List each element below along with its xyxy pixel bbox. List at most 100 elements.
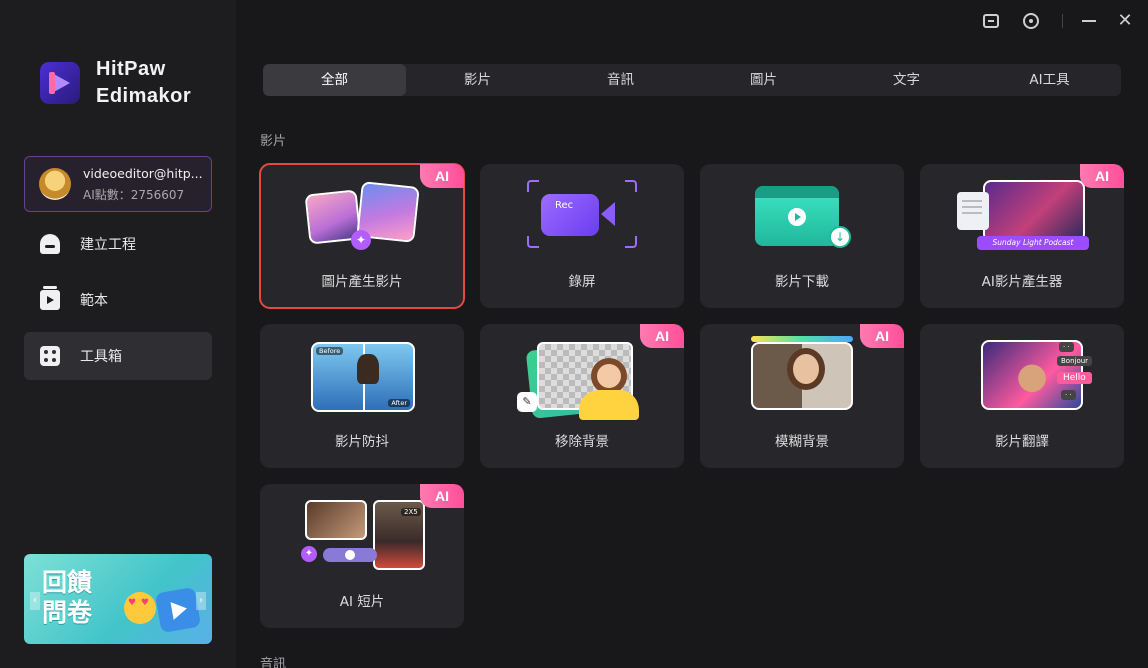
settings-icon <box>1023 13 1039 29</box>
minimize-icon <box>1082 20 1096 22</box>
portrait-face <box>793 354 819 384</box>
ai-badge: AI <box>420 164 464 188</box>
avatar <box>39 168 71 200</box>
podcast-title: Sunday Light Podcast <box>977 236 1089 250</box>
sidebar-item-label: 範本 <box>80 293 108 309</box>
tool-card-stabilize[interactable]: Before After 影片防抖 <box>260 324 464 468</box>
ai-video-generator-illustration: Sunday Light Podcast <box>957 178 1089 260</box>
sparkle-icon: ✦ <box>301 546 317 562</box>
hello-chip: Hello <box>1057 372 1092 384</box>
sidebar-item-templates[interactable]: 範本 <box>24 276 212 324</box>
sidebar: HitPaw Edimakor videoeditor@hitp... AI點數… <box>0 0 236 668</box>
feedback-button[interactable] <box>980 10 1002 32</box>
tab-image[interactable]: 圖片 <box>692 64 835 96</box>
tool-card-screen-record[interactable]: Rec 錄屏 <box>480 164 684 308</box>
person-cutout <box>591 358 627 394</box>
account-card[interactable]: videoeditor@hitp... AI點數：2756607 <box>24 156 212 212</box>
category-tabs: 全部 影片 音訊 圖片 文字 AI工具 <box>263 64 1121 96</box>
tab-video[interactable]: 影片 <box>406 64 549 96</box>
edimakor-logo-icon <box>40 62 80 104</box>
person-body <box>579 390 639 420</box>
tool-label: 影片防抖 <box>335 434 389 450</box>
blur-preview-thumb <box>751 342 853 410</box>
long-video-thumb <box>305 500 367 540</box>
short-duration: 2X5 <box>401 508 421 516</box>
survey-title-line1: 回饋 <box>42 568 93 597</box>
remove-background-illustration: ✎ <box>517 338 647 420</box>
tool-card-ai-shorts[interactable]: 2X5 ✦ AI 短片 AI <box>260 484 464 628</box>
app-name: HitPaw Edimakor <box>96 56 191 110</box>
tool-label: 錄屏 <box>568 274 596 290</box>
survey-banner[interactable]: 回饋 問卷 ‹ › <box>24 554 212 644</box>
image-to-video-illustration: ✦ <box>297 178 427 260</box>
ai-badge: AI <box>860 324 904 348</box>
section-title-audio: 音訊 <box>260 657 287 668</box>
camera-icon: Rec <box>541 194 599 236</box>
frame-corner <box>527 180 539 192</box>
stabilize-illustration: Before After <box>297 338 427 420</box>
motorbike-rider <box>357 354 379 384</box>
app-name-line2: Edimakor <box>96 85 192 107</box>
blur-background-illustration <box>737 336 867 420</box>
video-translate-illustration: · · Bonjour Hello · · <box>957 338 1093 420</box>
sidebar-item-label: 建立工程 <box>80 237 136 253</box>
podcast-thumb <box>983 180 1085 242</box>
play-icon <box>788 208 806 226</box>
tool-card-remove-background[interactable]: ✎ 移除背景 AI <box>480 324 684 468</box>
tool-label: 模糊背景 <box>775 434 829 450</box>
section-title-video: 影片 <box>260 134 287 149</box>
tool-card-ai-video-generator[interactable]: Sunday Light Podcast AI影片產生器 AI <box>920 164 1124 308</box>
tab-all[interactable]: 全部 <box>263 64 406 96</box>
toggle-icon <box>323 548 377 562</box>
banner-prev-icon[interactable]: ‹ <box>30 592 40 610</box>
ai-badge: AI <box>1080 164 1124 188</box>
language-chip: · · <box>1059 342 1074 352</box>
template-icon <box>40 286 60 310</box>
home-icon <box>40 234 60 254</box>
tool-card-video-download[interactable]: ↓ 影片下載 <box>700 164 904 308</box>
settings-button[interactable] <box>1020 10 1042 32</box>
sparkle-icon: ✦ <box>351 230 371 250</box>
tool-card-video-translate[interactable]: · · Bonjour Hello · · 影片翻譯 <box>920 324 1124 468</box>
close-button[interactable]: ✕ <box>1114 10 1136 32</box>
ai-badge: AI <box>640 324 684 348</box>
screen-record-illustration: Rec <box>517 178 647 260</box>
browser-window-icon <box>755 186 839 246</box>
close-icon: ✕ <box>1117 10 1133 31</box>
language-chip: · · <box>1061 390 1076 400</box>
tool-label: AI影片產生器 <box>981 274 1063 290</box>
sidebar-item-label: 工具箱 <box>80 349 122 365</box>
tool-label: 移除背景 <box>555 434 609 450</box>
frame-corner <box>527 236 539 248</box>
ai-shorts-illustration: 2X5 ✦ <box>297 498 427 580</box>
sidebar-item-create-project[interactable]: 建立工程 <box>24 220 212 268</box>
tab-ai-tools[interactable]: AI工具 <box>978 64 1121 96</box>
frame-corner <box>625 236 637 248</box>
frame-corner <box>625 180 637 192</box>
tool-label: 影片翻譯 <box>995 434 1049 450</box>
download-icon: ↓ <box>829 226 851 248</box>
sidebar-item-toolbox[interactable]: 工具箱 <box>24 332 212 380</box>
tool-card-blur-background[interactable]: 模糊背景 AI <box>700 324 904 468</box>
minimize-button[interactable] <box>1078 10 1100 32</box>
tool-label: 影片下載 <box>775 274 829 290</box>
bonjour-chip: Bonjour <box>1057 356 1093 366</box>
tab-audio[interactable]: 音訊 <box>549 64 692 96</box>
tab-text[interactable]: 文字 <box>835 64 978 96</box>
survey-title: 回饋 問卷 <box>42 568 92 628</box>
ai-points: AI點數：2756607 <box>83 187 185 202</box>
video-download-illustration: ↓ <box>737 178 867 260</box>
tool-card-image-to-video[interactable]: ✦ 圖片產生影片 AI <box>259 163 465 309</box>
account-email: videoeditor@hitp... <box>83 165 203 181</box>
camera-lens-icon <box>601 202 615 226</box>
toolbox-icon <box>40 346 60 366</box>
heart-eyes-emoji-icon <box>124 592 156 624</box>
banner-next-icon[interactable]: › <box>196 592 206 610</box>
play-icon <box>154 586 202 634</box>
before-label: Before <box>316 347 344 355</box>
app-name-line1: HitPaw <box>96 58 166 80</box>
app-logo: HitPaw Edimakor <box>40 56 191 110</box>
ai-badge: AI <box>420 484 464 508</box>
transparent-canvas <box>537 342 639 420</box>
tool-label: 圖片產生影片 <box>321 274 403 290</box>
